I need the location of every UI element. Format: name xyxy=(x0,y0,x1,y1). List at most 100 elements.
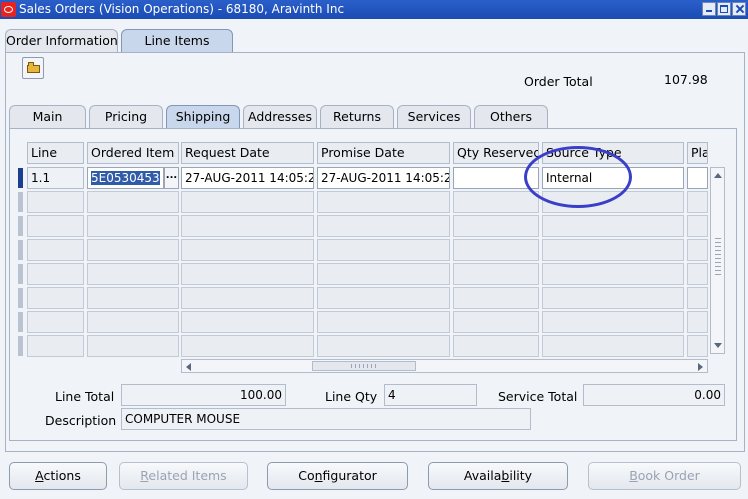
maximize-icon[interactable] xyxy=(717,2,731,16)
tab-order-information[interactable]: Order Information xyxy=(5,29,118,53)
scroll-down-icon[interactable] xyxy=(714,343,722,348)
scroll-up-icon[interactable] xyxy=(714,173,722,178)
empty-cell[interactable] xyxy=(687,311,708,333)
col-header-request-date[interactable]: Request Date xyxy=(181,142,314,164)
scroll-left-icon[interactable] xyxy=(186,363,191,371)
empty-cell[interactable] xyxy=(317,311,450,333)
empty-cell[interactable] xyxy=(87,311,179,333)
empty-cell[interactable] xyxy=(542,215,684,237)
lov-button[interactable]: ... xyxy=(164,167,179,189)
empty-cell[interactable] xyxy=(27,287,84,309)
empty-cell[interactable] xyxy=(317,215,450,237)
empty-cell[interactable] xyxy=(687,191,708,213)
tab-line-items[interactable]: Line Items xyxy=(121,29,233,53)
empty-cell[interactable] xyxy=(542,239,684,261)
minimize-icon[interactable] xyxy=(702,2,716,16)
empty-cell[interactable] xyxy=(317,335,450,357)
line-qty-field[interactable]: 4 xyxy=(384,384,477,406)
col-header-line[interactable]: Line xyxy=(27,142,84,164)
tab-others[interactable]: Others xyxy=(474,105,548,129)
empty-cell[interactable] xyxy=(687,239,708,261)
book-order-button[interactable]: Book Order xyxy=(588,462,741,490)
empty-cell[interactable] xyxy=(27,239,84,261)
empty-cell[interactable] xyxy=(542,311,684,333)
actions-button[interactable]: Actions xyxy=(9,462,107,490)
empty-cell[interactable] xyxy=(453,239,539,261)
col-header-source-type[interactable]: Source Type xyxy=(542,142,684,164)
empty-cell[interactable] xyxy=(27,191,84,213)
empty-cell[interactable] xyxy=(453,335,539,357)
empty-cell[interactable] xyxy=(87,191,179,213)
empty-cell[interactable] xyxy=(687,215,708,237)
col-header-qty-reserved[interactable]: Qty Reserved xyxy=(453,142,539,164)
row-indicator[interactable] xyxy=(18,336,23,356)
empty-cell[interactable] xyxy=(87,335,179,357)
empty-cell[interactable] xyxy=(27,311,84,333)
row-indicator[interactable] xyxy=(18,216,23,236)
row-indicator[interactable] xyxy=(18,288,23,308)
related-items-button[interactable]: Related Items xyxy=(119,462,248,490)
empty-cell[interactable] xyxy=(453,287,539,309)
tab-returns[interactable]: Returns xyxy=(320,105,394,129)
close-icon[interactable] xyxy=(732,2,746,16)
tab-main[interactable]: Main xyxy=(9,105,86,129)
empty-cell[interactable] xyxy=(542,263,684,285)
row-indicator[interactable] xyxy=(18,264,23,284)
scroll-grip-icon[interactable] xyxy=(715,238,721,278)
empty-cell[interactable] xyxy=(453,263,539,285)
empty-cell[interactable] xyxy=(542,287,684,309)
pla-field[interactable] xyxy=(687,167,708,189)
empty-cell[interactable] xyxy=(542,191,684,213)
tab-services[interactable]: Services xyxy=(397,105,471,129)
row-indicator[interactable] xyxy=(18,192,23,212)
empty-cell[interactable] xyxy=(317,191,450,213)
row-indicator[interactable] xyxy=(18,312,23,332)
col-header-ordered-item[interactable]: Ordered Item xyxy=(87,142,179,164)
tab-pricing[interactable]: Pricing xyxy=(89,105,163,129)
empty-cell[interactable] xyxy=(87,263,179,285)
configurator-button[interactable]: Configurator xyxy=(267,462,408,490)
empty-cell[interactable] xyxy=(27,215,84,237)
scroll-right-icon[interactable] xyxy=(698,363,703,371)
source-type-field[interactable]: Internal xyxy=(542,167,684,189)
empty-cell[interactable] xyxy=(181,239,314,261)
empty-cell[interactable] xyxy=(87,215,179,237)
description-field[interactable]: COMPUTER MOUSE xyxy=(121,408,531,430)
vertical-scrollbar[interactable] xyxy=(710,167,725,354)
empty-cell[interactable] xyxy=(27,335,84,357)
availability-button[interactable]: Availability xyxy=(428,462,568,490)
scroll-thumb[interactable] xyxy=(312,361,416,371)
empty-cell[interactable] xyxy=(542,335,684,357)
empty-cell[interactable] xyxy=(181,215,314,237)
empty-cell[interactable] xyxy=(453,215,539,237)
empty-cell[interactable] xyxy=(317,263,450,285)
empty-cell[interactable] xyxy=(317,287,450,309)
empty-cell[interactable] xyxy=(687,263,708,285)
empty-cell[interactable] xyxy=(87,239,179,261)
row-indicator[interactable] xyxy=(18,240,23,260)
promise-date-field[interactable]: 27-AUG-2011 14:05:22 xyxy=(317,167,450,189)
empty-cell[interactable] xyxy=(687,287,708,309)
empty-cell[interactable] xyxy=(453,311,539,333)
row-indicator-current[interactable] xyxy=(18,168,23,188)
empty-cell[interactable] xyxy=(181,191,314,213)
line-total-field[interactable]: 100.00 xyxy=(121,384,286,406)
empty-cell[interactable] xyxy=(181,335,314,357)
service-total-field[interactable]: 0.00 xyxy=(583,384,725,406)
empty-cell[interactable] xyxy=(181,311,314,333)
empty-cell[interactable] xyxy=(317,239,450,261)
empty-cell[interactable] xyxy=(27,263,84,285)
qty-reserved-field[interactable] xyxy=(453,167,539,189)
col-header-promise-date[interactable]: Promise Date xyxy=(317,142,450,164)
tab-shipping[interactable]: Shipping xyxy=(166,105,240,129)
col-header-pla[interactable]: Pla xyxy=(687,142,708,164)
empty-cell[interactable] xyxy=(453,191,539,213)
empty-cell[interactable] xyxy=(687,335,708,357)
empty-cell[interactable] xyxy=(87,287,179,309)
empty-cell[interactable] xyxy=(181,287,314,309)
empty-cell[interactable] xyxy=(181,263,314,285)
line-number-field[interactable]: 1.1 xyxy=(27,167,84,189)
request-date-field[interactable]: 27-AUG-2011 14:05:22 xyxy=(181,167,314,189)
folder-button[interactable] xyxy=(22,57,44,79)
horizontal-scrollbar[interactable] xyxy=(181,359,708,373)
